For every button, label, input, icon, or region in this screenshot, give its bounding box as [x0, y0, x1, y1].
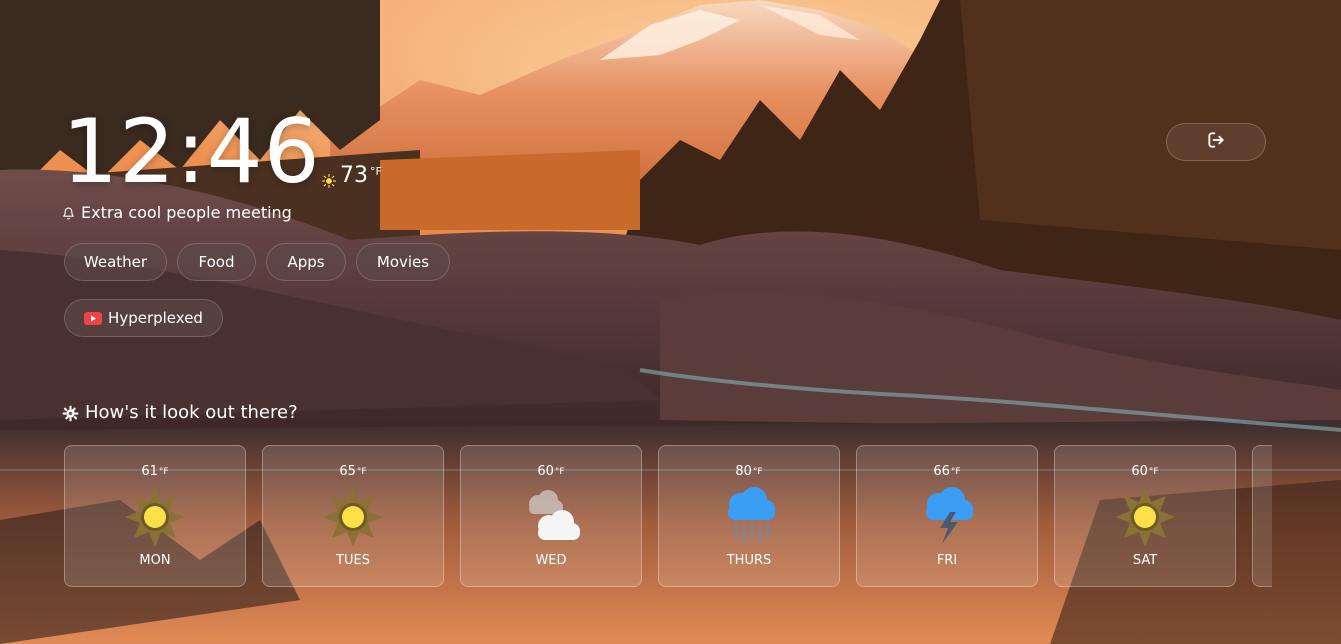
forecast-temp-unit: °F — [1148, 467, 1159, 477]
forecast-temp: 61°F — [65, 464, 245, 480]
storm-cloud-icon — [912, 482, 982, 552]
nav-pill-food[interactable]: Food — [177, 243, 256, 281]
nav-pill-weather[interactable]: Weather — [64, 243, 167, 281]
forecast-temp: 60°F — [461, 464, 641, 480]
forecast-day: MON — [139, 553, 171, 568]
logout-icon — [1206, 130, 1226, 154]
forecast-temp-unit: °F — [950, 467, 961, 477]
forecast-card-mon[interactable]: 61°F MON — [64, 445, 246, 587]
current-temperature-value: 73 — [340, 163, 368, 188]
nav-pill-movies[interactable]: Movies — [356, 243, 450, 281]
sun-icon — [1110, 482, 1180, 552]
sun-icon — [322, 168, 336, 196]
youtube-icon — [84, 311, 103, 325]
logout-button[interactable] — [1166, 123, 1266, 161]
forecast-card-wed[interactable]: 60°F WED — [460, 445, 642, 587]
forecast-day: TUES — [336, 553, 370, 568]
forecast-day: THURS — [726, 553, 772, 568]
forecast-temp-value: 65 — [339, 464, 356, 479]
clock-time: 12:46 — [62, 100, 321, 203]
forecast-title: How's it look out there? — [62, 401, 298, 425]
bookmark-hyperplexed[interactable]: Hyperplexed — [64, 299, 223, 337]
forecast-temp-value: 80 — [735, 464, 752, 479]
bell-icon — [62, 207, 75, 220]
forecast-temp-value: 60 — [1131, 464, 1148, 479]
nav-pill-apps[interactable]: Apps — [266, 243, 346, 281]
nav-pill-label: Weather — [83, 253, 148, 271]
reminder-text: Extra cool people meeting — [81, 203, 292, 222]
sun-icon — [120, 482, 190, 552]
nav-pill-label: Food — [198, 253, 235, 271]
forecast-temp-value: 66 — [933, 464, 950, 479]
forecast-day: FRI — [936, 553, 958, 568]
rain-cloud-icon — [714, 482, 784, 552]
forecast-card-fri[interactable]: 66°F FRI — [856, 445, 1038, 587]
forecast-temp-unit: °F — [752, 467, 763, 477]
sun-icon — [318, 482, 388, 552]
forecast-temp-value: 61 — [141, 464, 158, 479]
current-temperature: 73 °F — [322, 162, 382, 196]
forecast-temp: 60°F — [1055, 464, 1235, 480]
forecast-temp-unit: °F — [554, 467, 565, 477]
forecast-temp-unit: °F — [158, 467, 169, 477]
forecast-temp-value: 60 — [537, 464, 554, 479]
forecast-card-tues[interactable]: 65°F TUES — [262, 445, 444, 587]
forecast-day: WED — [535, 553, 567, 568]
forecast-temp: 66°F — [857, 464, 1037, 480]
forecast-temp: 80°F — [659, 464, 839, 480]
forecast-card-next[interactable] — [1252, 445, 1272, 587]
forecast-temp-unit: °F — [356, 467, 367, 477]
forecast-temp: 65°F — [263, 464, 443, 480]
nav-pill-label: Apps — [287, 253, 325, 271]
current-temperature-unit: °F — [370, 165, 382, 178]
nav-pill-label: Movies — [376, 253, 430, 271]
bookmark-label: Hyperplexed — [108, 309, 203, 327]
cloud-icon — [516, 482, 586, 552]
gear-icon — [62, 405, 79, 422]
reminder: Extra cool people meeting — [62, 202, 292, 224]
forecast-day: SAT — [1132, 553, 1158, 568]
forecast-title-text: How's it look out there? — [85, 402, 298, 423]
forecast-card-sat[interactable]: 60°F SAT — [1054, 445, 1236, 587]
forecast-card-thurs[interactable]: 80°F THURS — [658, 445, 840, 587]
